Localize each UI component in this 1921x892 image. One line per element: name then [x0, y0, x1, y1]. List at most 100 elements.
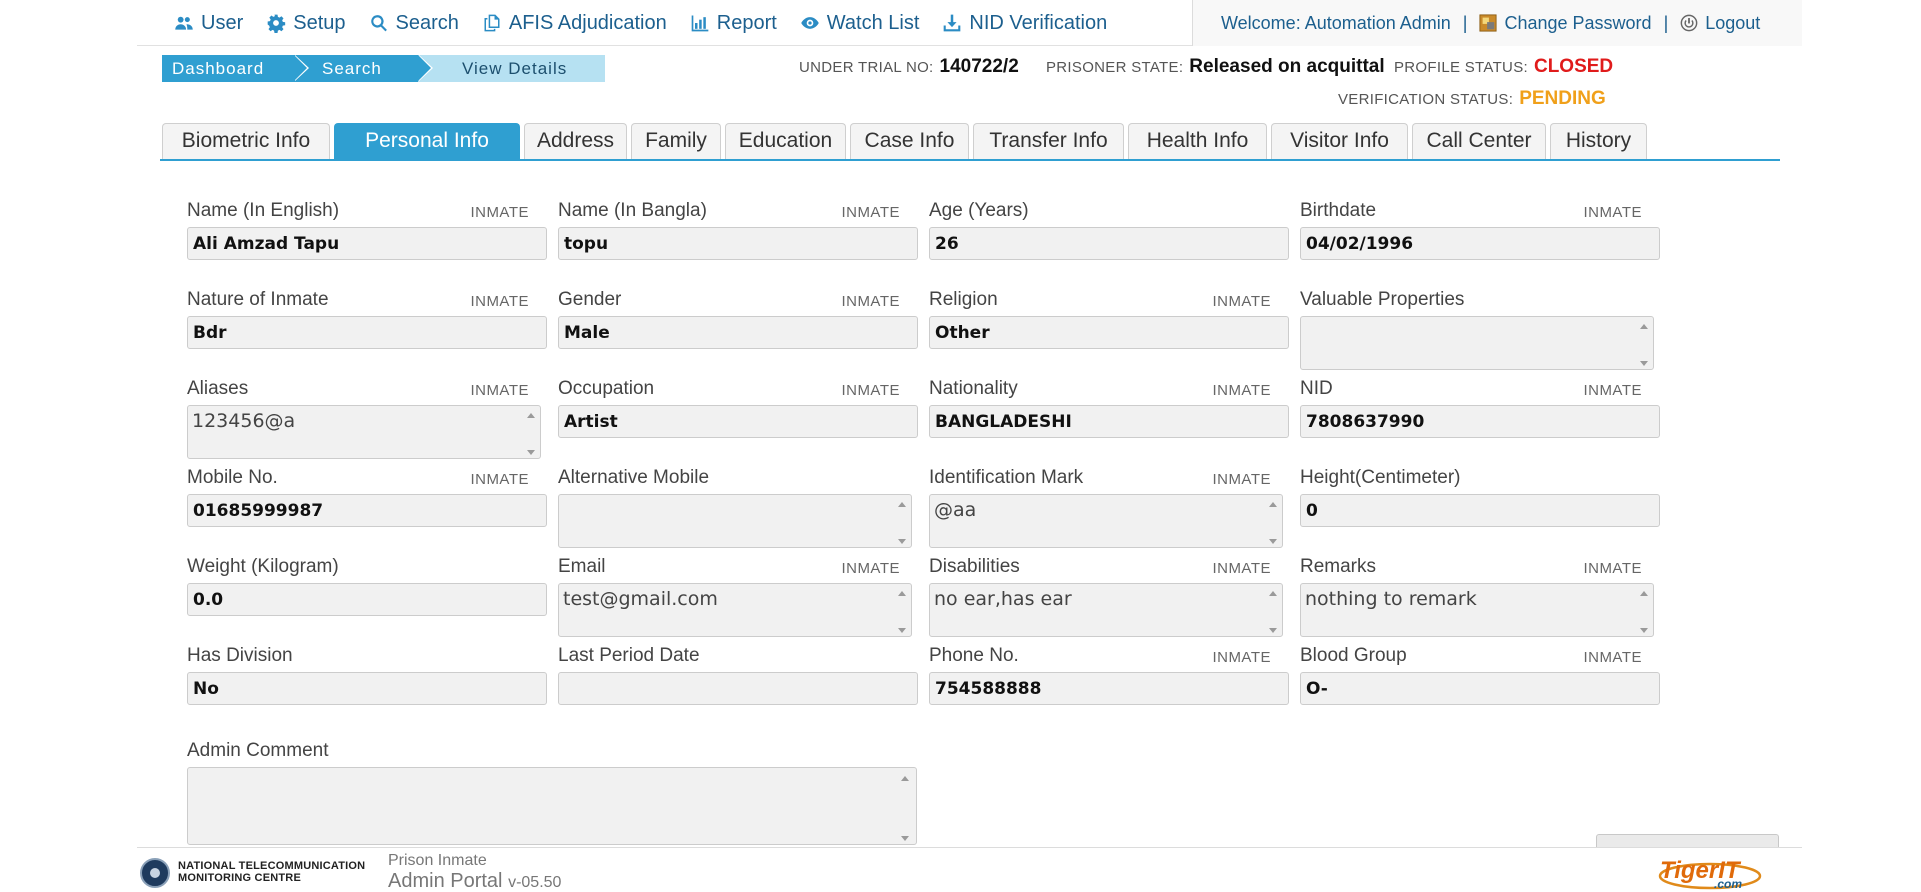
- name-bangla-input[interactable]: topu: [558, 227, 918, 260]
- aliases-textarea[interactable]: 123456@a: [187, 405, 541, 459]
- tab-transfer-info[interactable]: Transfer Info: [973, 123, 1124, 159]
- scroll-up-icon[interactable]: [527, 413, 535, 418]
- tab-education[interactable]: Education: [725, 123, 846, 159]
- welcome-text: Welcome: Automation Admin: [1221, 12, 1451, 33]
- tab-visitor-info[interactable]: Visitor Info: [1271, 123, 1408, 159]
- textarea-scrollbar[interactable]: [1638, 587, 1650, 633]
- inmate-tag: INMATE: [841, 382, 900, 399]
- nav-watch-list[interactable]: Watch List: [799, 11, 920, 35]
- field-label: Aliases: [187, 378, 249, 399]
- inmate-tag: INMATE: [841, 204, 900, 221]
- textarea-scrollbar[interactable]: [896, 587, 908, 633]
- nav-setup-label: Setup: [293, 11, 346, 34]
- inmate-tag: INMATE: [1583, 649, 1642, 666]
- inmate-tag: INMATE: [1212, 293, 1271, 310]
- nav-watch-list-label: Watch List: [826, 11, 920, 34]
- tab-history[interactable]: History: [1550, 123, 1647, 159]
- occupation-input[interactable]: Artist: [558, 405, 918, 438]
- scroll-up-icon[interactable]: [1269, 591, 1277, 596]
- blood-group-input[interactable]: O-: [1300, 672, 1660, 705]
- phone-no-input[interactable]: 754588888: [929, 672, 1289, 705]
- textarea-scrollbar[interactable]: [1267, 587, 1279, 633]
- inmate-tag: INMATE: [470, 471, 529, 488]
- nav-afis-adjudication[interactable]: AFIS Adjudication: [481, 12, 667, 35]
- inmate-tag: INMATE: [470, 293, 529, 310]
- tab-call-center[interactable]: Call Center: [1412, 123, 1546, 159]
- nature-of-inmate-input[interactable]: Bdr: [187, 316, 547, 349]
- scroll-down-icon[interactable]: [1269, 628, 1277, 633]
- religion-input[interactable]: Other: [929, 316, 1289, 349]
- profile-status-value: CLOSED: [1533, 56, 1614, 77]
- scroll-down-icon[interactable]: [898, 539, 906, 544]
- scroll-down-icon[interactable]: [1640, 628, 1648, 633]
- inmate-tag: INMATE: [1583, 204, 1642, 221]
- org-line-1: NATIONAL TELECOMMUNICATION: [178, 860, 366, 872]
- nationality-input[interactable]: BANGLADESHI: [929, 405, 1289, 438]
- identification-mark-textarea[interactable]: @aa: [929, 494, 1283, 548]
- nav-search[interactable]: Search: [368, 12, 459, 35]
- mobile-no-input[interactable]: 01685999987: [187, 494, 547, 527]
- tab-family[interactable]: Family: [631, 123, 721, 159]
- field-label: Name (In Bangla): [558, 200, 707, 221]
- scroll-down-icon[interactable]: [898, 628, 906, 633]
- field-label: NID: [1300, 378, 1333, 399]
- field-label: Disabilities: [929, 556, 1020, 577]
- scroll-down-icon[interactable]: [901, 836, 909, 841]
- field-label: Blood Group: [1300, 645, 1407, 666]
- name-english-input[interactable]: Ali Amzad Tapu: [187, 227, 547, 260]
- breadcrumb-search[interactable]: Search: [294, 55, 433, 82]
- scroll-up-icon[interactable]: [1640, 324, 1648, 329]
- download-icon: [941, 12, 963, 34]
- textarea-scrollbar[interactable]: [1638, 320, 1650, 366]
- logout-link[interactable]: Logout: [1680, 13, 1760, 34]
- field-label: Last Period Date: [558, 645, 700, 666]
- last-period-date-input[interactable]: [558, 672, 918, 705]
- alternative-mobile-textarea[interactable]: [558, 494, 912, 548]
- nav-report[interactable]: Report: [689, 12, 777, 35]
- scroll-up-icon[interactable]: [898, 591, 906, 596]
- field-label: Remarks: [1300, 556, 1377, 577]
- download-profile-button[interactable]: [1596, 834, 1779, 848]
- scroll-down-icon[interactable]: [1269, 539, 1277, 544]
- scroll-down-icon[interactable]: [1640, 361, 1648, 366]
- birthdate-input[interactable]: 04/02/1996: [1300, 227, 1660, 260]
- textarea-scrollbar[interactable]: [896, 498, 908, 544]
- verification-status-label: VERIFICATION STATUS:: [1338, 91, 1514, 108]
- email-textarea[interactable]: test@gmail.com: [558, 583, 912, 637]
- remarks-textarea[interactable]: nothing to remark: [1300, 583, 1654, 637]
- tab-personal-info[interactable]: Personal Info: [334, 123, 520, 160]
- scroll-down-icon[interactable]: [527, 450, 535, 455]
- nid-input[interactable]: 7808637990: [1300, 405, 1660, 438]
- breadcrumb-dashboard[interactable]: Dashboard: [162, 55, 309, 82]
- scroll-up-icon[interactable]: [1269, 502, 1277, 507]
- age-input[interactable]: 26: [929, 227, 1289, 260]
- textarea-value: test@gmail.com: [563, 588, 718, 610]
- nav-setup[interactable]: Setup: [265, 11, 346, 35]
- scroll-up-icon[interactable]: [901, 776, 909, 781]
- tab-case-info[interactable]: Case Info: [850, 123, 969, 159]
- portal-title-text: Admin Portal: [388, 870, 503, 892]
- nav-nid-verification[interactable]: NID Verification: [941, 12, 1107, 35]
- change-password-link[interactable]: Change Password: [1479, 13, 1652, 34]
- main-menu: User Setup Search AFIS Adjudication Repo…: [173, 0, 1129, 46]
- admin-comment-textarea[interactable]: [187, 767, 917, 845]
- tab-health-info[interactable]: Health Info: [1128, 123, 1267, 159]
- gender-input[interactable]: Male: [558, 316, 918, 349]
- nav-user[interactable]: User: [173, 12, 243, 35]
- field-label: Alternative Mobile: [558, 467, 710, 488]
- field-label: Birthdate: [1300, 200, 1377, 221]
- scroll-up-icon[interactable]: [1640, 591, 1648, 596]
- has-division-input[interactable]: No: [187, 672, 547, 705]
- scroll-up-icon[interactable]: [898, 502, 906, 507]
- tab-biometric-info[interactable]: Biometric Info: [162, 123, 330, 159]
- verification-status-value: PENDING: [1519, 88, 1606, 109]
- textarea-scrollbar[interactable]: [525, 409, 537, 455]
- textarea-scrollbar[interactable]: [1267, 498, 1279, 544]
- valuable-properties-textarea[interactable]: [1300, 316, 1654, 370]
- textarea-scrollbar[interactable]: [899, 773, 911, 841]
- tab-address[interactable]: Address: [524, 123, 627, 159]
- weight-input[interactable]: 0.0: [187, 583, 547, 616]
- height-input[interactable]: 0: [1300, 494, 1660, 527]
- disabilities-textarea[interactable]: no ear,has ear: [929, 583, 1283, 637]
- power-icon: [1680, 14, 1698, 32]
